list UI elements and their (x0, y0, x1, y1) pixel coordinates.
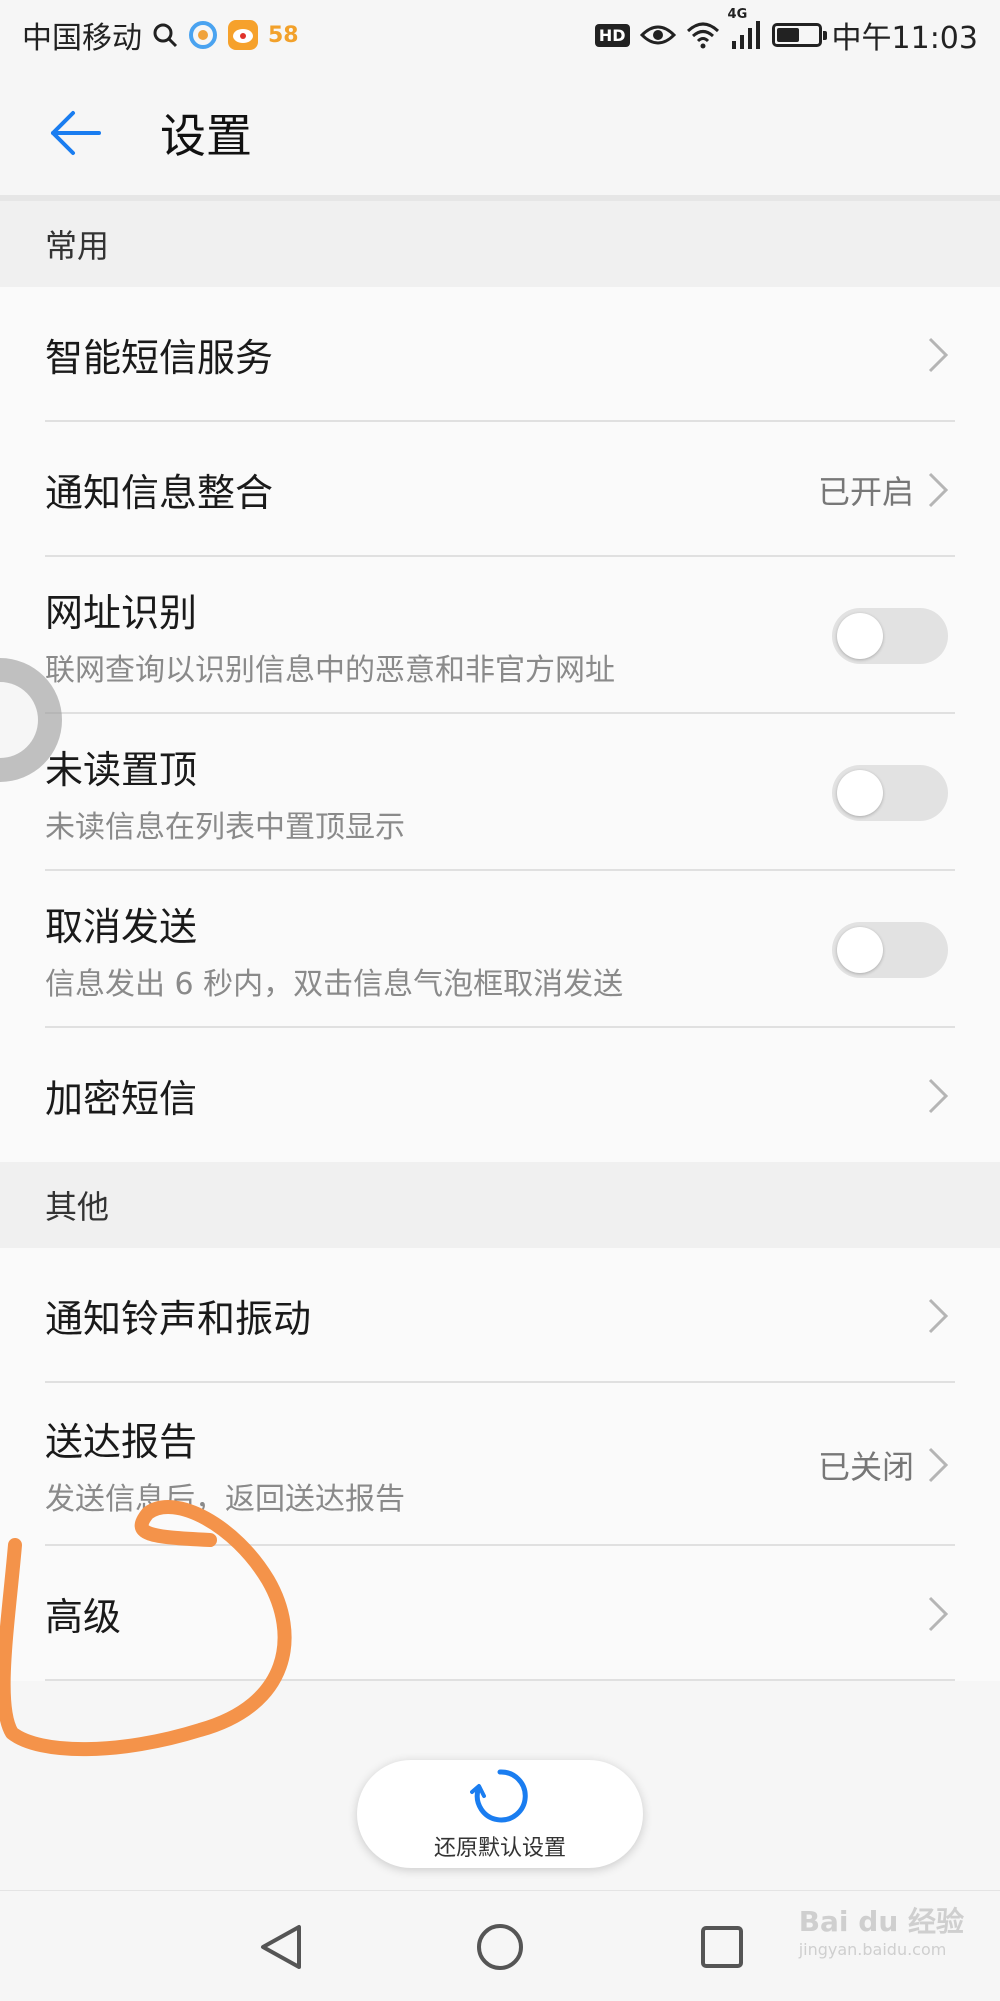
setting-subtitle: 信息发出 6 秒内，双击信息气泡框取消发送 (45, 967, 624, 1002)
setting-title: 通知信息整合 (45, 471, 274, 515)
nav-recents-button[interactable] (694, 1919, 750, 1975)
setting-url-recognition: 网址识别 联网查询以识别信息中的恶意和非官方网址 (0, 557, 1000, 714)
setting-encrypted-sms[interactable]: 加密短信 (0, 1028, 1000, 1163)
setting-value: 已关闭 (817, 1447, 914, 1486)
app-bar: 设置 (0, 70, 1000, 195)
wifi-icon (686, 21, 720, 49)
url-recognition-toggle[interactable] (832, 607, 948, 664)
watermark-brand: Bai du 经验 (798, 1905, 964, 1938)
nav-back-button[interactable] (253, 1919, 309, 1975)
chevron-right-icon (924, 335, 952, 375)
back-button[interactable] (30, 88, 120, 178)
58-app-icon: 58 (268, 22, 299, 48)
setting-title: 智能短信服务 (45, 336, 274, 380)
toggle-knob (837, 612, 883, 659)
setting-unread-pin: 未读置顶 未读信息在列表中置顶显示 (0, 714, 1000, 871)
triangle-back-icon (261, 1925, 301, 1969)
setting-title: 通知铃声和振动 (45, 1297, 312, 1341)
search-icon (152, 22, 178, 48)
page-title: 设置 (160, 108, 252, 163)
common-settings-list: 智能短信服务 通知信息整合 已开启 网址识别 联网查询以识别信息中的恶意和非官方… (0, 287, 1000, 1163)
setting-undo-send: 取消发送 信息发出 6 秒内，双击信息气泡框取消发送 (0, 871, 1000, 1028)
setting-title: 未读置顶 (45, 748, 198, 792)
chevron-right-icon (924, 1594, 952, 1634)
network-type-label: 4G (727, 7, 748, 22)
section-header-common: 常用 (0, 201, 1000, 287)
reset-defaults-button[interactable]: 还原默认设置 (357, 1760, 643, 1868)
status-bar: 中国移动 58 HD 4G 中午11:03 (0, 0, 1000, 70)
hd-icon: HD (594, 23, 630, 47)
setting-delivery-report[interactable]: 送达报告 发送信息后，返回送达报告 已关闭 (0, 1383, 1000, 1546)
carrier-label: 中国移动 (22, 21, 142, 56)
setting-smart-sms[interactable]: 智能短信服务 (0, 287, 1000, 422)
row-divider (45, 1679, 955, 1681)
setting-title: 取消发送 (45, 905, 198, 949)
setting-title: 送达报告 (45, 1420, 198, 1464)
circle-home-icon (477, 1924, 523, 1970)
section-header-other: 其他 (0, 1162, 1000, 1248)
chevron-right-icon (924, 1296, 952, 1336)
battery-icon (771, 23, 827, 47)
setting-ringtone-vibration[interactable]: 通知铃声和振动 (0, 1248, 1000, 1383)
watermark-url: jingyan.baidu.com (798, 1940, 947, 1959)
setting-advanced[interactable]: 高级 (0, 1546, 1000, 1681)
camera-app-icon (188, 20, 218, 50)
weibo-app-icon (228, 20, 258, 50)
chevron-right-icon (924, 1076, 952, 1116)
nav-home-button[interactable] (472, 1919, 528, 1975)
refresh-icon (470, 1769, 528, 1823)
square-recents-icon (701, 1926, 743, 1968)
setting-subtitle: 发送信息后，返回送达报告 (45, 1482, 405, 1517)
clock: 中午11:03 (831, 21, 978, 56)
setting-notification-merge[interactable]: 通知信息整合 已开启 (0, 422, 1000, 557)
battery-level (776, 28, 799, 42)
chevron-right-icon (924, 470, 952, 510)
setting-subtitle: 未读信息在列表中置顶显示 (45, 810, 405, 845)
setting-title: 网址识别 (45, 591, 198, 635)
setting-subtitle: 联网查询以识别信息中的恶意和非官方网址 (45, 653, 615, 688)
toggle-knob (837, 769, 883, 816)
setting-value: 已开启 (817, 472, 914, 511)
cellular-signal-icon: 4G (728, 7, 762, 49)
toggle-knob (837, 926, 883, 973)
setting-title: 加密短信 (45, 1077, 198, 1121)
eye-comfort-icon (639, 23, 676, 47)
unread-pin-toggle[interactable] (832, 764, 948, 821)
chevron-right-icon (924, 1445, 952, 1485)
other-settings-list: 通知铃声和振动 送达报告 发送信息后，返回送达报告 已关闭 高级 (0, 1248, 1000, 1681)
reset-label: 还原默认设置 (433, 1836, 566, 1861)
baidu-jingyan-watermark: Bai du 经验 jingyan.baidu.com (799, 1900, 964, 1959)
setting-title: 高级 (45, 1595, 122, 1639)
undo-send-toggle[interactable] (832, 921, 948, 978)
back-arrow-icon (51, 110, 101, 155)
